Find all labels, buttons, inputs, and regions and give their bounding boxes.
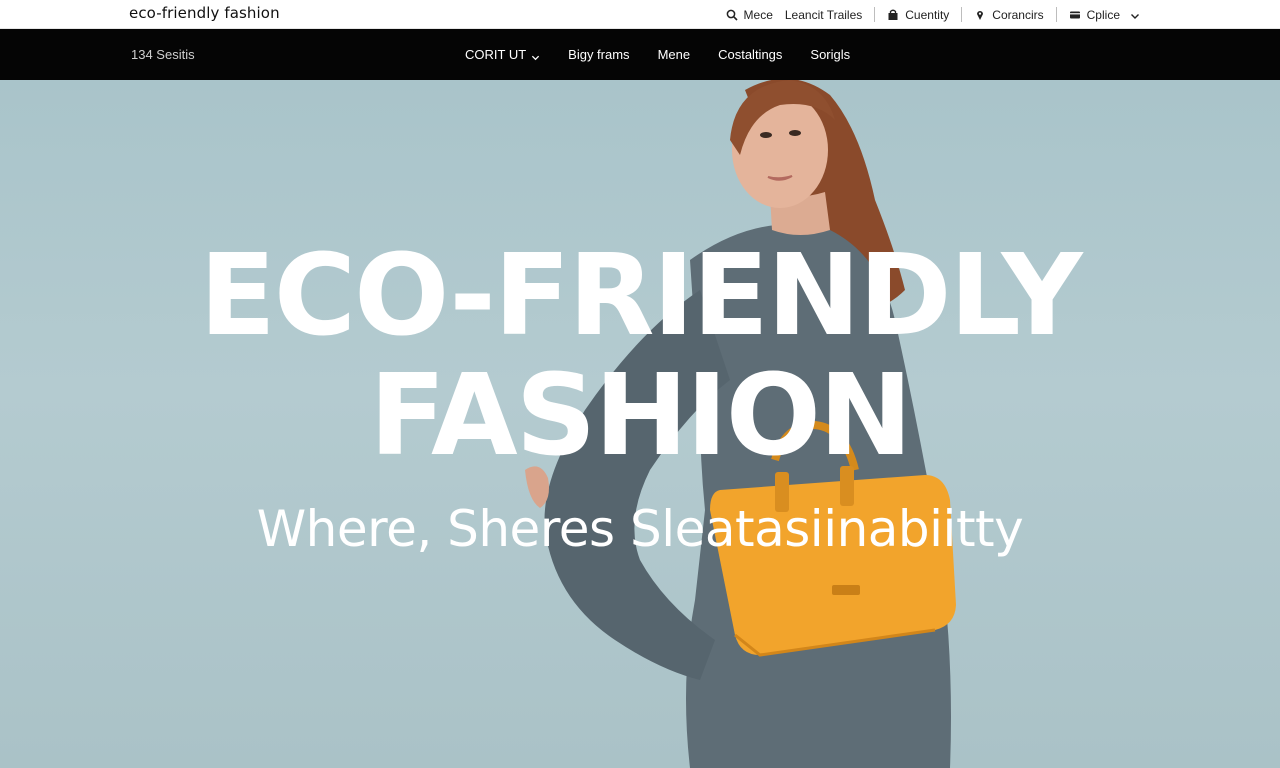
brand-name[interactable]: eco-friendly fashion bbox=[129, 4, 280, 22]
hero-banner: ECO-FRIENDLY FASHION Where, Sheres Sleat… bbox=[0, 80, 1280, 768]
utility-dropdown-cplice[interactable]: Cplice bbox=[1057, 7, 1152, 23]
top-utility-bar: eco-friendly fashion Mece Leancit Traile… bbox=[0, 0, 1280, 29]
nav-item-label: Mene bbox=[657, 47, 691, 62]
nav-item-label: CORIT UT bbox=[465, 47, 527, 62]
chevron-down-icon bbox=[531, 50, 540, 61]
utility-search[interactable]: Mece bbox=[714, 7, 785, 23]
nav-menu: CORIT UT Bigy frams Mene Costaltings Sor… bbox=[465, 29, 850, 80]
nav-item-label: Bigy frams bbox=[568, 47, 630, 62]
utility-link-cuentity[interactable]: Cuentity bbox=[875, 7, 961, 23]
nav-results-count: 134 Sesitis bbox=[131, 47, 195, 62]
card-icon bbox=[1069, 9, 1081, 21]
utility-corancirs-label: Corancirs bbox=[992, 7, 1044, 22]
nav-item-corit-ut[interactable]: CORIT UT bbox=[465, 47, 540, 62]
utility-cuentity-label: Cuentity bbox=[905, 7, 950, 22]
nav-item-label: Costaltings bbox=[718, 47, 783, 62]
utility-search-label: Mece bbox=[743, 7, 773, 22]
utility-link-corancirs[interactable]: Corancirs bbox=[962, 7, 1055, 23]
bag-icon bbox=[887, 9, 899, 21]
nav-item-mene[interactable]: Mene bbox=[658, 47, 691, 62]
nav-item-label: Sorigls bbox=[810, 47, 851, 62]
search-icon bbox=[726, 9, 738, 21]
pin-icon bbox=[974, 9, 986, 21]
chevron-down-icon bbox=[1130, 10, 1140, 20]
utility-cplice-label: Cplice bbox=[1086, 7, 1120, 22]
main-nav-bar: 134 Sesitis CORIT UT Bigy frams Mene Cos… bbox=[0, 29, 1280, 80]
hero-title-line-2: FASHION bbox=[369, 351, 912, 481]
utility-links: Mece Leancit Trailes Cuentity Corancirs … bbox=[714, 0, 1152, 29]
nav-item-bigy-frams[interactable]: Bigy frams bbox=[568, 47, 629, 62]
nav-item-costaltings[interactable]: Costaltings bbox=[718, 47, 782, 62]
hero-title-line-1: ECO-FRIENDLY bbox=[199, 231, 1082, 361]
nav-item-sorigls[interactable]: Sorigls bbox=[810, 47, 850, 62]
utility-link-trailes[interactable]: Leancit Trailes bbox=[785, 7, 874, 23]
hero-subtitle: Where, Sheres Sleatasiinabiitty bbox=[256, 500, 1024, 558]
utility-trailes-label: Leancit Trailes bbox=[784, 7, 863, 22]
